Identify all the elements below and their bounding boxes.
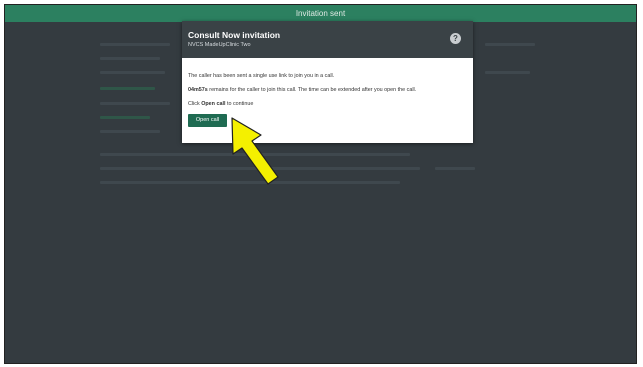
app-window: Invitation sent Consult Now invitation N… bbox=[4, 4, 637, 364]
yellow-arrow-icon bbox=[231, 117, 279, 185]
